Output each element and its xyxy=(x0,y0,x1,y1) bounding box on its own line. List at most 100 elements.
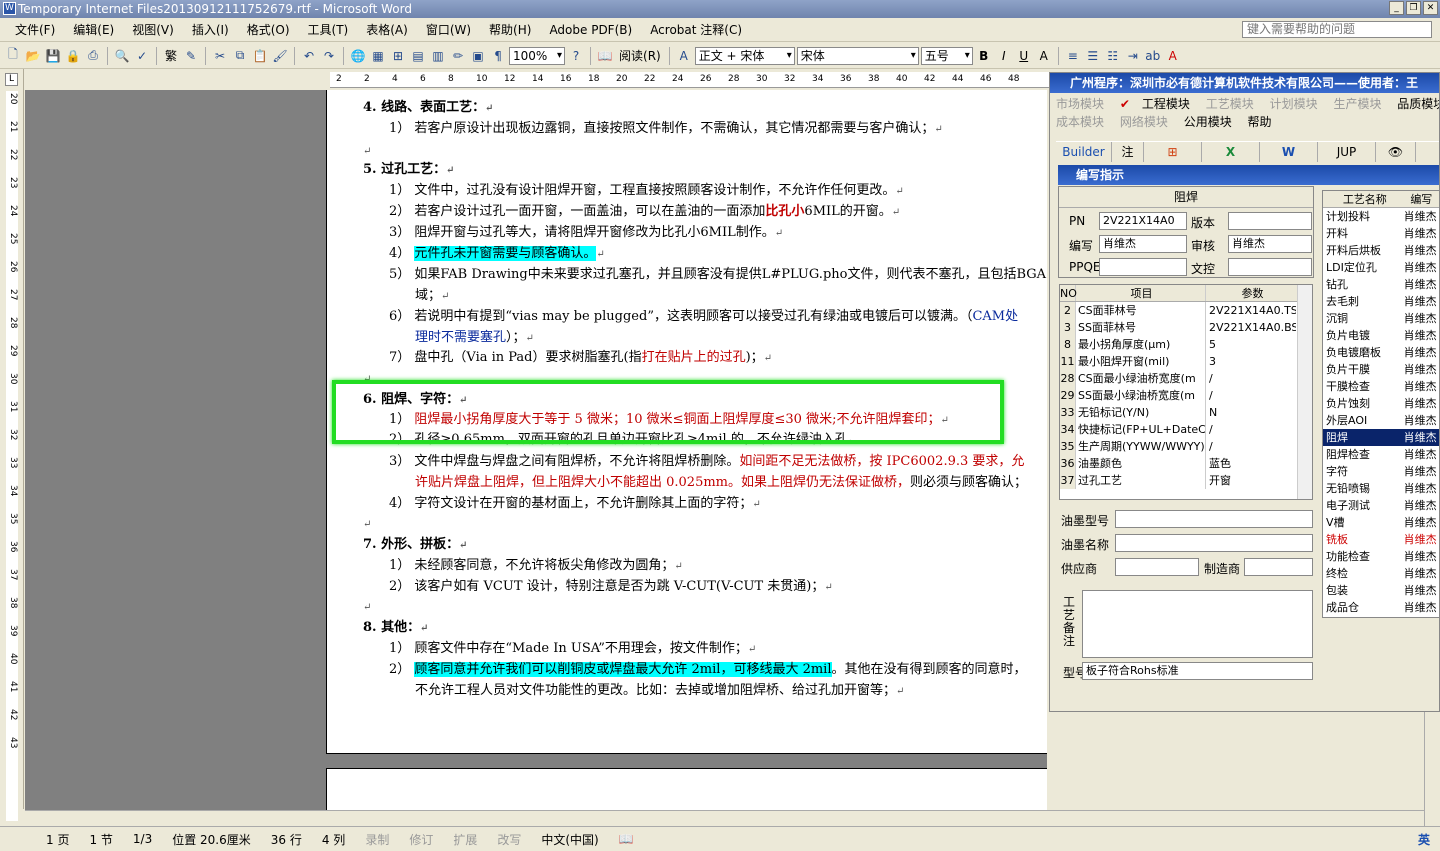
list-item[interactable]: 钻孔 肖维杰 xyxy=(1323,276,1439,293)
copy-icon[interactable]: ⧉ xyxy=(231,47,249,65)
document-page-2[interactable] xyxy=(326,768,1047,810)
maker-select[interactable] xyxy=(1244,558,1313,576)
bold-icon[interactable]: B xyxy=(975,47,993,65)
tab-word-icon[interactable]: W xyxy=(1260,142,1318,162)
font-size-select[interactable]: 五号 xyxy=(920,46,973,65)
list-item[interactable]: 功能检查 肖维杰 xyxy=(1323,548,1439,565)
menu-adobe-pdf[interactable]: Adobe PDF(B) xyxy=(540,23,641,37)
table-row[interactable]: 29 SS面最小绿油桥宽度(m / xyxy=(1060,387,1312,404)
table-row[interactable]: 36 油墨颜色 蓝色 xyxy=(1060,455,1312,472)
menu-acrobat-comments[interactable]: Acrobat 注释(C) xyxy=(641,21,751,38)
list-item[interactable]: 电子测试 肖维杰 xyxy=(1323,497,1439,514)
ppqe-field[interactable] xyxy=(1099,258,1187,276)
zoom-select[interactable]: 100% xyxy=(509,46,566,65)
document-map-icon[interactable]: ▣ xyxy=(469,47,487,65)
supplier-select[interactable] xyxy=(1115,558,1199,576)
tab-jup[interactable]: JUP xyxy=(1318,142,1376,162)
list-item[interactable]: 包装 肖维杰 xyxy=(1323,582,1439,599)
help-icon[interactable]: ? xyxy=(567,47,585,65)
save-icon[interactable]: 💾 xyxy=(44,47,62,65)
table-row[interactable]: 3 SS面菲林号 2V221X14A0.BS xyxy=(1060,319,1312,336)
list-item[interactable]: 计划投料 肖维杰 xyxy=(1323,208,1439,225)
ink-name-field[interactable] xyxy=(1115,534,1313,552)
help-search-input[interactable]: 键入需要帮助的问题 xyxy=(1242,21,1432,38)
ink-type-select[interactable] xyxy=(1115,510,1313,528)
font-color-icon[interactable]: A xyxy=(1164,47,1182,65)
version-field[interactable] xyxy=(1228,212,1312,230)
research-icon[interactable]: ✎ xyxy=(182,47,200,65)
numbering-icon[interactable]: ☰ xyxy=(1084,47,1102,65)
hyperlink-icon[interactable]: 🌐 xyxy=(349,47,367,65)
list-item[interactable]: V槽 肖维杰 xyxy=(1323,514,1439,531)
columns-icon[interactable]: ▥ xyxy=(429,47,447,65)
spelling-icon[interactable]: ✓ xyxy=(133,47,151,65)
menu-file[interactable]: 文件(F) xyxy=(6,21,64,38)
table-row[interactable]: 28 CS面最小绿油桥宽度(m / xyxy=(1060,370,1312,387)
underline-icon[interactable]: U xyxy=(1015,47,1033,65)
menu-window[interactable]: 窗口(W) xyxy=(417,21,480,38)
spelling-status-icon[interactable]: 📖 xyxy=(609,832,644,846)
table-row[interactable]: 33 无铅标记(Y/N) N xyxy=(1060,404,1312,421)
print-preview-icon[interactable]: 🔍 xyxy=(113,47,131,65)
module-engineering[interactable]: 工程模块 xyxy=(1142,97,1190,111)
justify-icon[interactable]: ≡ xyxy=(1064,47,1082,65)
module-market[interactable]: 市场模块 xyxy=(1056,97,1104,111)
menu-view[interactable]: 视图(V) xyxy=(123,21,183,38)
table-row[interactable]: 37 过孔工艺 开窗 xyxy=(1060,472,1312,489)
status-extend[interactable]: 扩展 xyxy=(443,831,487,848)
new-document-icon[interactable]: 🗋 xyxy=(4,47,22,65)
list-item[interactable]: 开料 肖维杰 xyxy=(1323,225,1439,242)
redo-icon[interactable]: ↷ xyxy=(320,47,338,65)
list-item[interactable]: 负片干膜 肖维杰 xyxy=(1323,361,1439,378)
show-hide-icon[interactable]: ¶ xyxy=(489,47,507,65)
close-button[interactable]: ✕ xyxy=(1423,1,1438,15)
table-row[interactable]: 2 CS面菲林号 2V221X14A0.TS xyxy=(1060,302,1312,319)
font-select[interactable]: 宋体 xyxy=(796,46,919,65)
list-item[interactable]: 铣板 肖维杰 xyxy=(1323,531,1439,548)
cut-icon[interactable]: ✂ xyxy=(211,47,229,65)
list-item[interactable]: 阻焊 肖维杰 xyxy=(1323,429,1439,446)
paste-icon[interactable]: 📋 xyxy=(251,47,269,65)
drawing-icon[interactable]: ✏ xyxy=(449,47,467,65)
grid-scrollbar[interactable] xyxy=(1297,285,1312,499)
author-field[interactable]: 肖维杰 xyxy=(1099,235,1187,253)
read-mode-icon[interactable]: 📖 xyxy=(596,47,614,65)
menu-format[interactable]: 格式(O) xyxy=(238,21,299,38)
excel-sheet-icon[interactable]: ▤ xyxy=(409,47,427,65)
module-help[interactable]: 帮助 xyxy=(1248,115,1272,129)
traditional-chinese-button[interactable]: 繁 xyxy=(162,47,180,64)
tab-excel-icon[interactable]: X xyxy=(1202,142,1260,162)
read-mode-button[interactable]: 阅读(R) xyxy=(616,47,664,64)
table-row[interactable]: 35 生产周期(YYWW/WWYY) / xyxy=(1060,438,1312,455)
tab-logout[interactable]: 注销 xyxy=(1112,142,1144,179)
status-track-changes[interactable]: 修订 xyxy=(399,831,443,848)
style-select[interactable]: 正文 + 宋体 xyxy=(694,46,795,65)
undo-icon[interactable]: ↶ xyxy=(300,47,318,65)
permission-icon[interactable]: 🔒 xyxy=(64,47,82,65)
format-painter-icon[interactable]: 🖌 xyxy=(271,47,289,65)
module-common[interactable]: 公用模块 xyxy=(1184,115,1232,129)
menu-edit[interactable]: 编辑(E) xyxy=(64,21,123,38)
print-icon[interactable]: ⎙ xyxy=(84,47,102,65)
minimize-button[interactable]: _ xyxy=(1389,1,1404,15)
list-item[interactable]: 干膜检查 肖维杰 xyxy=(1323,378,1439,395)
menu-tools[interactable]: 工具(T) xyxy=(299,21,358,38)
module-cost[interactable]: 成本模块 xyxy=(1056,115,1104,129)
table-row[interactable]: 11 最小阻焊开窗(mil) 3 xyxy=(1060,353,1312,370)
tab-calendar-icon[interactable]: ⊞ xyxy=(1144,142,1202,162)
list-item[interactable]: 沉铜 肖维杰 xyxy=(1323,310,1439,327)
tables-borders-icon[interactable]: ▦ xyxy=(369,47,387,65)
list-item[interactable]: LDI定位孔 肖维杰 xyxy=(1323,259,1439,276)
menu-table[interactable]: 表格(A) xyxy=(357,21,417,38)
module-quality[interactable]: 品质模块 xyxy=(1397,97,1439,111)
pn-field[interactable]: 2V221X14A0 xyxy=(1099,212,1187,230)
module-production[interactable]: 生产模块 xyxy=(1333,97,1381,111)
list-item[interactable]: 开料后烘板 肖维杰 xyxy=(1323,242,1439,259)
list-item[interactable]: 阻焊检查 肖维杰 xyxy=(1323,446,1439,463)
process-note-field[interactable] xyxy=(1082,590,1313,658)
list-item[interactable]: 负片蚀刻 肖维杰 xyxy=(1323,395,1439,412)
tab-builder[interactable]: Builder xyxy=(1056,142,1112,162)
menu-help[interactable]: 帮助(H) xyxy=(480,21,540,38)
reviewer-field[interactable]: 肖维杰 xyxy=(1228,235,1312,253)
insert-table-icon[interactable]: ⊞ xyxy=(389,47,407,65)
